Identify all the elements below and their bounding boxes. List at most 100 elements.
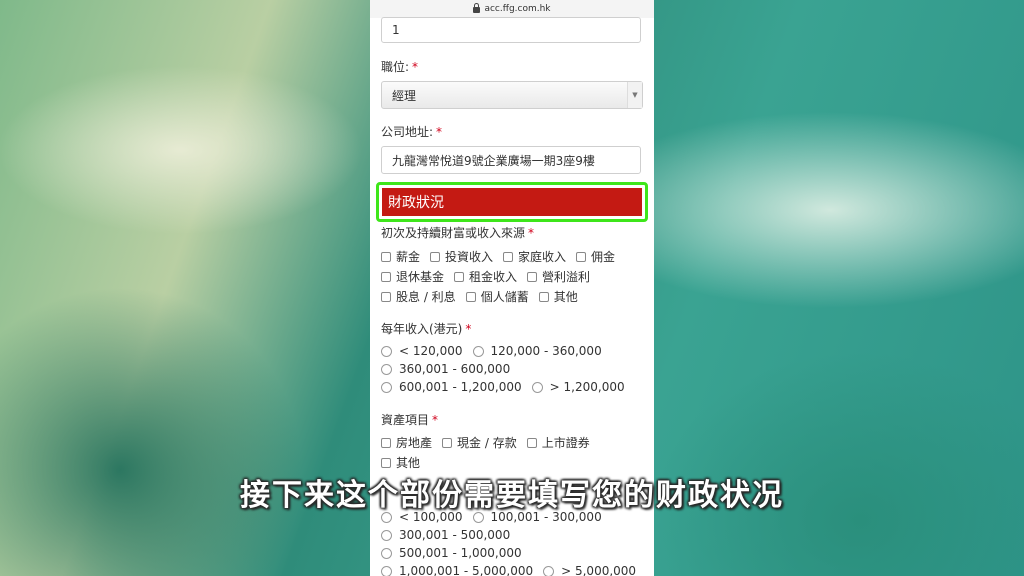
checkbox[interactable] xyxy=(465,291,476,302)
checkbox[interactable] xyxy=(430,251,441,262)
checkbox-option[interactable]: 其他 xyxy=(538,288,578,305)
checkbox-option[interactable]: 上市證券 xyxy=(526,434,590,451)
checkbox[interactable] xyxy=(442,437,453,448)
option-label: 佣金 xyxy=(591,250,616,264)
option-label: > 5,000,000 xyxy=(561,564,637,576)
checkbox-option[interactable]: 股息 / 利息 xyxy=(381,288,456,305)
wealth-source-row: 股息 / 利息 個人儲蓄 其他 xyxy=(381,288,588,305)
option-label: 家庭收入 xyxy=(518,250,567,264)
required-mark: * xyxy=(436,125,443,139)
wealth-source-row: 薪金 投資收入 家庭收入 佣金 xyxy=(381,248,625,265)
checkbox[interactable] xyxy=(381,271,391,282)
checkbox-option[interactable]: 薪金 xyxy=(381,248,420,265)
radio-option[interactable]: > 1,200,000 xyxy=(531,380,625,394)
radio-option[interactable]: 1,000,001 - 5,000,000 xyxy=(381,564,533,576)
option-label: 股息 / 利息 xyxy=(396,290,456,304)
option-label: 租金收入 xyxy=(469,270,518,284)
radio-option[interactable]: 120,000 - 360,000 xyxy=(472,344,602,358)
assets-label-text: 資產項目 xyxy=(381,413,430,427)
checkbox[interactable] xyxy=(381,437,391,448)
lock-icon xyxy=(473,3,481,13)
checkbox[interactable] xyxy=(526,437,537,448)
option-label: 500,001 - 1,000,000 xyxy=(399,546,522,560)
radio-button[interactable] xyxy=(381,381,392,393)
net-assets-row: 300,001 - 500,000 xyxy=(381,528,520,542)
section-header-financial-status: 財政狀況 xyxy=(382,188,642,216)
required-mark: * xyxy=(412,60,419,74)
option-label: 房地產 xyxy=(396,436,433,450)
radio-option[interactable]: 300,001 - 500,000 xyxy=(381,528,510,542)
checkbox-option[interactable]: 其他 xyxy=(381,454,420,471)
checkbox[interactable] xyxy=(381,291,391,302)
position-selected-value: 經理 xyxy=(392,88,417,103)
checkbox-option[interactable]: 現金 / 存款 xyxy=(442,434,517,451)
checkbox[interactable] xyxy=(576,251,587,262)
company-address-input[interactable]: 九龍灣常悅道9號企業廣場一期3座9樓 xyxy=(381,146,641,174)
checkbox-option[interactable]: 家庭收入 xyxy=(503,248,566,265)
previous-field-input[interactable]: 1 xyxy=(381,17,641,43)
position-label-text: 職位: xyxy=(381,60,410,74)
company-address-label: 公司地址: * xyxy=(381,123,442,140)
checkbox-option[interactable]: 營利溢利 xyxy=(527,268,590,285)
checkbox-option[interactable]: 房地產 xyxy=(381,434,432,451)
radio-option[interactable]: > 5,000,000 xyxy=(543,564,636,576)
radio-button[interactable] xyxy=(381,565,392,576)
assets-row: 房地產 現金 / 存款 上市證券 xyxy=(381,434,600,451)
checkbox-option[interactable]: 退休基金 xyxy=(381,268,444,285)
checkbox-option[interactable]: 租金收入 xyxy=(454,268,517,285)
radio-option[interactable]: 500,001 - 1,000,000 xyxy=(381,546,522,560)
required-mark: * xyxy=(528,226,535,240)
radio-button[interactable] xyxy=(381,547,392,559)
radio-button[interactable] xyxy=(472,345,484,357)
position-label: 職位: * xyxy=(381,58,418,75)
dropdown-arrow-icon: ▼ xyxy=(627,82,642,108)
option-label: 其他 xyxy=(553,290,578,304)
section-highlight-frame: 財政狀況 xyxy=(376,182,648,222)
option-label: 營利溢利 xyxy=(542,270,591,284)
checkbox[interactable] xyxy=(381,457,391,468)
url-bar[interactable]: acc.ffg.com.hk xyxy=(370,0,654,18)
annual-income-label-text: 每年收入(港元) xyxy=(381,322,463,336)
annual-income-row: 360,001 - 600,000 xyxy=(381,362,520,376)
company-address-label-text: 公司地址: xyxy=(381,125,434,139)
checkbox[interactable] xyxy=(538,291,549,302)
radio-option[interactable]: < 120,000 xyxy=(381,344,463,358)
checkbox[interactable] xyxy=(454,271,465,282)
checkbox-option[interactable]: 佣金 xyxy=(576,248,615,265)
video-subtitle: 接下来这个部份需要填写您的财政状况 xyxy=(240,478,784,513)
option-label: 360,001 - 600,000 xyxy=(399,362,511,376)
position-select[interactable]: 經理 ▼ xyxy=(381,81,643,109)
radio-option[interactable]: 600,001 - 1,200,000 xyxy=(381,380,522,394)
annual-income-row: 600,001 - 1,200,000 > 1,200,000 xyxy=(381,380,635,394)
option-label: > 1,200,000 xyxy=(549,380,625,394)
annual-income-row: < 120,000 120,000 - 360,000 xyxy=(381,344,612,358)
checkbox[interactable] xyxy=(381,251,391,262)
required-mark: * xyxy=(465,322,472,336)
assets-label: 資產項目 * xyxy=(381,411,438,428)
wealth-source-label-text: 初次及持續財富或收入來源 xyxy=(381,226,526,240)
checkbox-option[interactable]: 投資收入 xyxy=(430,248,493,265)
net-assets-row: 500,001 - 1,000,000 xyxy=(381,546,532,560)
radio-option[interactable]: 360,001 - 600,000 xyxy=(381,362,510,376)
checkbox-option[interactable]: 個人儲蓄 xyxy=(465,288,529,305)
option-label: 600,001 - 1,200,000 xyxy=(399,380,522,394)
wealth-source-label: 初次及持續財富或收入來源 * xyxy=(381,224,534,241)
checkbox[interactable] xyxy=(527,271,538,282)
option-label: 上市證券 xyxy=(541,436,590,450)
radio-button[interactable] xyxy=(531,381,543,393)
previous-field-value: 1 xyxy=(392,23,400,37)
radio-button[interactable] xyxy=(381,363,392,375)
radio-button[interactable] xyxy=(381,529,392,541)
section-title: 財政狀況 xyxy=(388,195,444,211)
assets-row: 其他 xyxy=(381,454,430,471)
radio-button[interactable] xyxy=(543,565,555,576)
option-label: 300,001 - 500,000 xyxy=(399,528,511,542)
checkbox[interactable] xyxy=(503,251,514,262)
option-label: 120,000 - 360,000 xyxy=(490,344,602,358)
net-assets-row: 1,000,001 - 5,000,000 > 5,000,000 xyxy=(381,564,646,576)
option-label: 其他 xyxy=(396,456,421,470)
radio-button[interactable] xyxy=(381,345,392,357)
wealth-source-row: 退休基金 租金收入 營利溢利 xyxy=(381,268,600,285)
required-mark: * xyxy=(432,413,439,427)
option-label: 薪金 xyxy=(396,250,421,264)
